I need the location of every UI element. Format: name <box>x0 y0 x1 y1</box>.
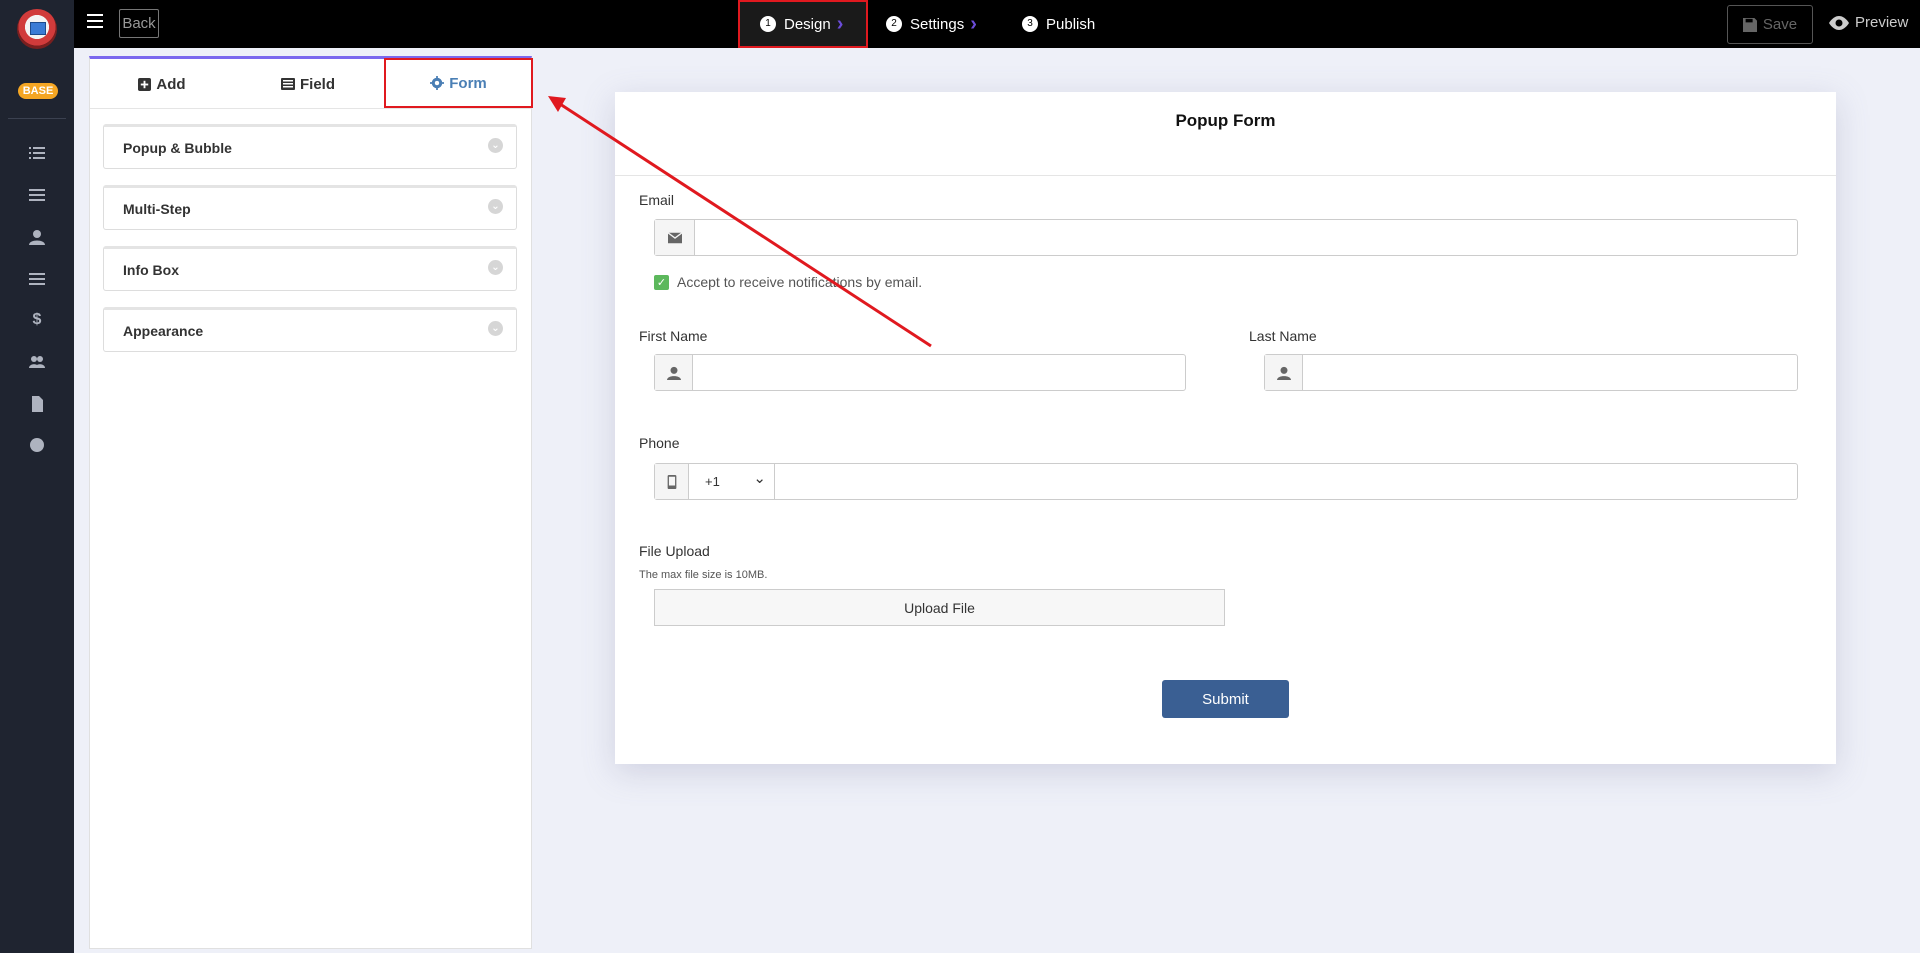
upload-file-button[interactable]: Upload File <box>654 589 1225 626</box>
section-popup-bubble[interactable]: Popup & Bubble ⌄ <box>103 124 517 169</box>
section-label: Multi-Step <box>123 200 191 217</box>
consent-label: Accept to receive notifications by email… <box>677 274 923 290</box>
step-number: 3 <box>1022 16 1038 32</box>
email-field-group <box>654 219 1798 256</box>
nav-smile-icon[interactable] <box>26 434 48 456</box>
nav-list-icon[interactable] <box>26 142 48 164</box>
section-label: Info Box <box>123 261 179 278</box>
popup-form-preview[interactable]: Popup Form Email ✓ Accept to receive not… <box>615 92 1836 764</box>
section-multi-step[interactable]: Multi-Step ⌄ <box>103 185 517 230</box>
hamburger-menu-icon[interactable] <box>87 14 103 32</box>
step-label: Publish <box>1046 15 1096 33</box>
consent-checkbox-row[interactable]: ✓ Accept to receive notifications by ema… <box>654 274 922 290</box>
first-name-input[interactable] <box>693 355 1185 390</box>
nav-menu-icon-2[interactable] <box>26 268 48 290</box>
chevron-down-icon: ⌄ <box>488 260 503 275</box>
plus-square-icon <box>138 77 152 91</box>
list-alt-icon <box>280 78 295 90</box>
chevron-right-icon: › <box>836 12 844 35</box>
nav-divider <box>8 118 66 119</box>
section-label: Popup & Bubble <box>123 139 232 156</box>
tab-label: Form <box>449 74 487 92</box>
email-label: Email <box>639 192 675 208</box>
section-label: Appearance <box>123 322 204 339</box>
submit-button[interactable]: Submit <box>1162 680 1289 718</box>
editor-panel: Add Field Form Popup & Bubble ⌄ Multi-St… <box>89 56 533 949</box>
chevron-down-icon: ⌄ <box>488 199 503 214</box>
file-upload-label: File Upload <box>639 543 710 559</box>
consent-checkbox[interactable]: ✓ <box>654 274 669 290</box>
nav-menu-icon[interactable] <box>26 184 48 206</box>
first-name-field-group <box>654 354 1186 391</box>
chevron-down-icon: ⌄ <box>488 321 503 336</box>
step-publish[interactable]: 3 Publish <box>1022 0 1095 48</box>
country-code-value: +1 <box>705 474 720 489</box>
nav-users-icon[interactable] <box>26 351 48 373</box>
first-name-label: First Name <box>639 328 708 344</box>
user-icon <box>1265 355 1303 390</box>
preview-label: Preview <box>1855 14 1909 31</box>
back-button[interactable]: Back <box>119 9 159 38</box>
step-number: 2 <box>886 16 902 32</box>
save-label: Save <box>1762 16 1798 33</box>
tab-field[interactable]: Field <box>234 59 382 109</box>
gear-icon <box>430 76 445 90</box>
step-label: Settings <box>910 15 965 33</box>
phone-field-group: +1 <box>654 463 1798 500</box>
tab-add[interactable]: Add <box>90 59 234 109</box>
plan-badge: BASE <box>18 83 58 99</box>
phone-input[interactable] <box>775 464 1797 499</box>
save-icon <box>1742 17 1757 32</box>
left-navigation: BASE $ <box>0 0 74 953</box>
last-name-input[interactable] <box>1303 355 1797 390</box>
section-appearance[interactable]: Appearance ⌄ <box>103 307 517 352</box>
nav-dollar-icon[interactable]: $ <box>26 309 48 331</box>
section-info-box[interactable]: Info Box ⌄ <box>103 246 517 291</box>
eye-icon <box>1829 15 1849 30</box>
step-label: Design <box>784 15 831 33</box>
file-size-hint: The max file size is 10MB. <box>639 569 768 581</box>
form-title: Popup Form <box>615 92 1836 176</box>
nav-file-icon[interactable] <box>26 393 48 415</box>
mobile-icon <box>655 464 689 499</box>
step-settings[interactable]: 2 Settings › <box>886 0 977 48</box>
phone-label: Phone <box>639 435 680 451</box>
top-bar: Back 1 Design › 2 Settings › 3 Publish S… <box>74 0 1920 48</box>
panel-tabs: Add Field Form <box>90 58 533 109</box>
app-logo[interactable] <box>17 9 57 49</box>
save-button[interactable]: Save <box>1727 5 1813 44</box>
envelope-icon <box>655 220 695 255</box>
step-design[interactable]: 1 Design › <box>738 0 868 48</box>
tab-form[interactable]: Form <box>384 58 533 108</box>
step-number: 1 <box>760 16 776 32</box>
country-code-select[interactable]: +1 <box>689 464 775 499</box>
nav-user-icon[interactable] <box>26 226 48 248</box>
user-icon <box>655 355 693 390</box>
tab-label: Field <box>299 75 335 93</box>
chevron-right-icon: › <box>970 12 977 35</box>
last-name-label: Last Name <box>1249 328 1317 344</box>
chevron-down-icon: ⌄ <box>488 138 503 153</box>
tab-label: Add <box>156 75 186 93</box>
last-name-field-group <box>1264 354 1798 391</box>
preview-button[interactable]: Preview <box>1829 14 1908 31</box>
email-input[interactable] <box>695 220 1797 255</box>
